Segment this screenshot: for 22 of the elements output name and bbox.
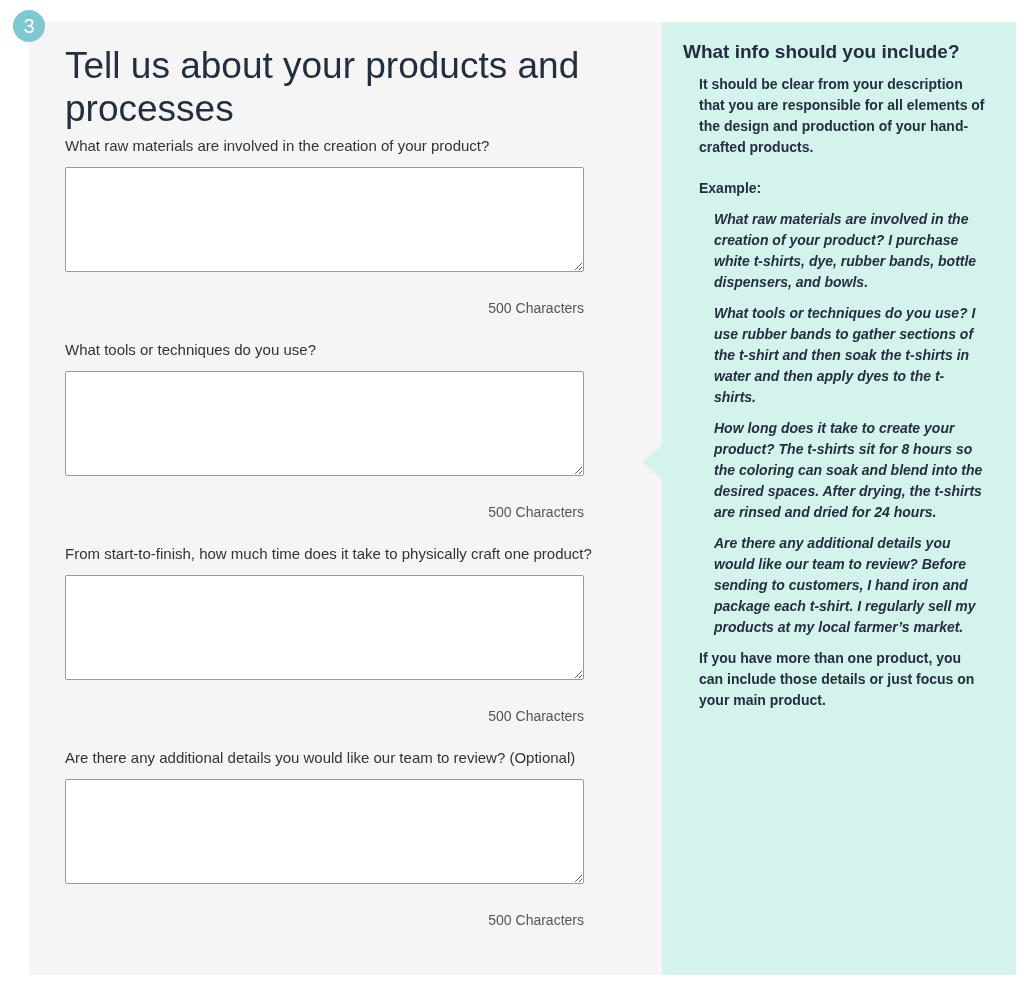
question-label: From start-to-finish, how much time does it take to physically craft one product? — [65, 544, 592, 564]
example-text: What raw materials are involved in the creation of your product? I purchase white t-shirts, dye, rubber bands, bottle dispensers, and bowls. — [714, 210, 978, 292]
example-text: What tools or techniques do you use? I use rubber bands to gather sections of the t-shirt and then soak the t-shirts in water and then apply dyes to the t-shirts. — [714, 304, 977, 407]
answer-box[interactable] — [65, 575, 584, 680]
form-title: Tell us about your products and processes — [65, 44, 581, 130]
character-counter: 500 Characters — [488, 503, 584, 522]
character-counter: 500 Characters — [488, 911, 584, 930]
answer-box[interactable] — [65, 167, 584, 272]
intro-text: It should be clear from your description that you are responsible for all elements of the design and production of your hand-crafted products. — [699, 75, 986, 157]
example-text: How long does it take to create your product? The t-shirts sit for 8 hours so the coloring can soak and blend into the desired spaces. After drying, the t-shirts are rinsed and dried for 24 hours. — [714, 419, 984, 522]
question-label: Are there any additional details you would like our team to review? (Optional) — [65, 748, 576, 768]
answer-box[interactable] — [65, 371, 584, 476]
question-label: What tools or techniques do you use? — [65, 340, 316, 360]
question-label: What raw materials are involved in the creation of your product? — [65, 136, 490, 156]
example-text: Are there any additional details you would like our team to review? Before sending to customers, I hand iron and package each t-shirt. I regularly sell my products at my local farmer’s market. — [714, 534, 977, 637]
example-label: Example: — [699, 179, 763, 198]
info-title: What info should you include? — [683, 40, 961, 64]
closing-text: If you have more than one product, you can include those details or just focus on your main product. — [698, 649, 976, 710]
answer-box[interactable] — [65, 779, 584, 884]
character-counter: 500 Characters — [488, 707, 584, 726]
step-badge: 3 — [13, 10, 45, 42]
character-counter: 500 Characters — [488, 299, 584, 318]
